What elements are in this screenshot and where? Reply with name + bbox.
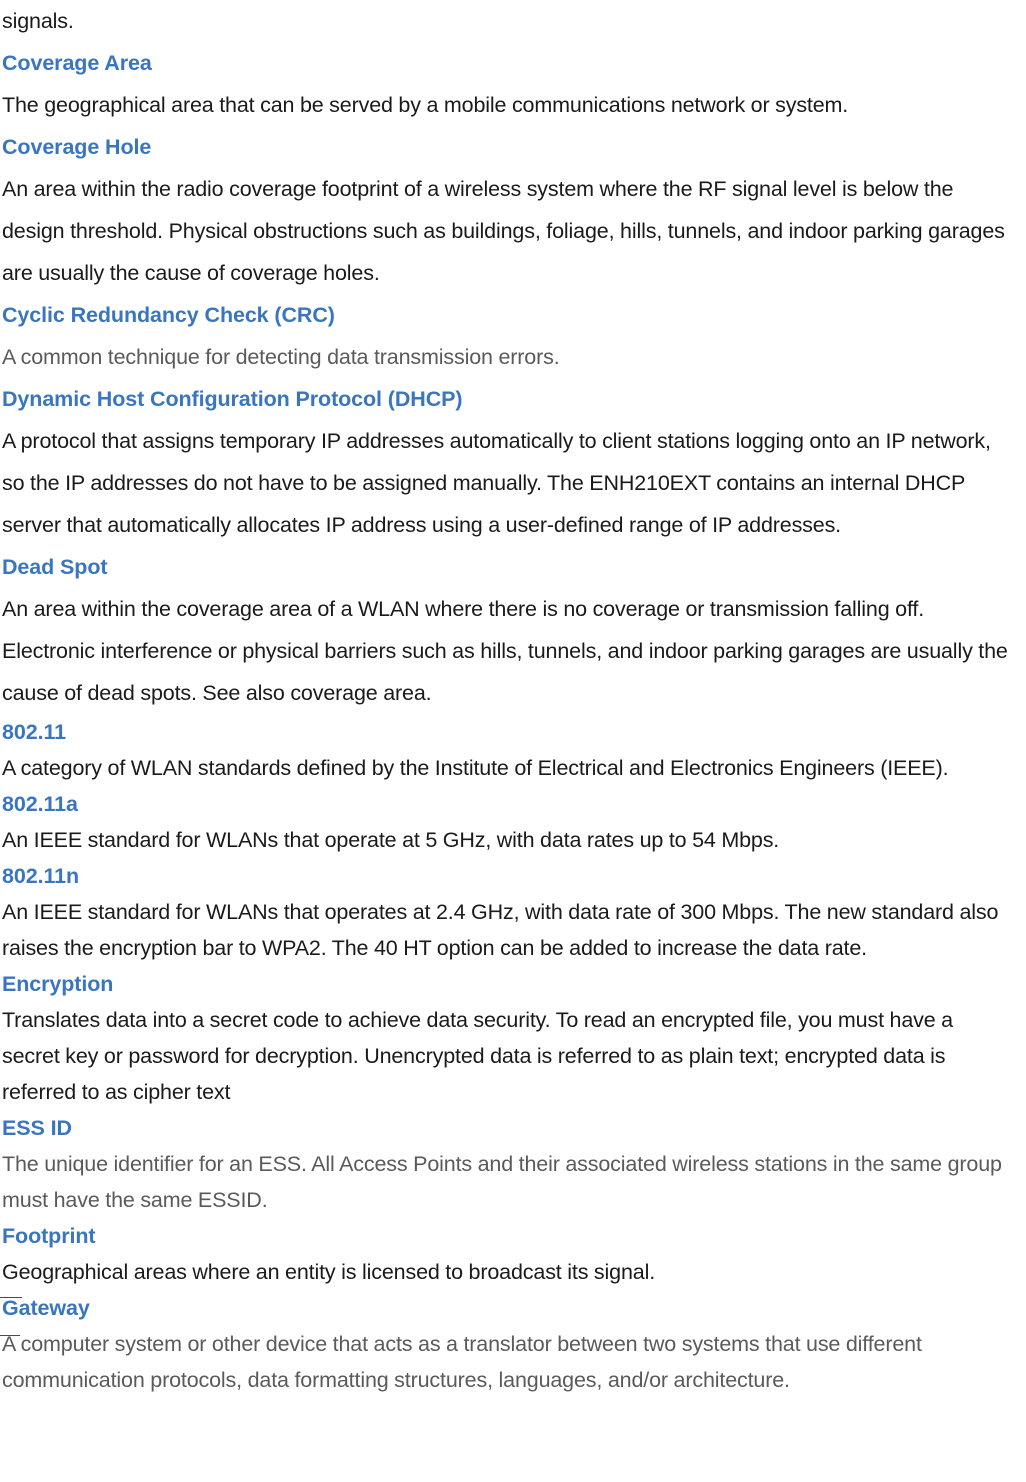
glossary-term-coverage-hole: Coverage Hole: [2, 135, 152, 159]
glossary-definition-dead-spot: An area within the coverage area of a WL…: [2, 597, 1008, 705]
render-artifact-line-geographical: [0, 1297, 22, 1298]
glossary-page: signals. Coverage Area The geographical …: [0, 0, 1026, 1482]
continuation-line: signals.: [2, 9, 74, 33]
glossary-definition-gateway: A computer system or other device that a…: [2, 1332, 922, 1392]
glossary-term-encryption: Encryption: [2, 972, 114, 996]
glossary-definition-802-11a: An IEEE standard for WLANs that operate …: [2, 828, 780, 852]
glossary-term-dead-spot: Dead Spot: [2, 555, 108, 579]
glossary-term-802-11: 802.11: [2, 720, 66, 744]
glossary-term-802-11n: 802.11n: [2, 864, 80, 888]
text-flow: signals. Coverage Area The geographical …: [2, 0, 1014, 1398]
glossary-term-crc: Cyclic Redundancy Check (CRC): [2, 303, 335, 327]
glossary-term-ess-id: ESS ID: [2, 1116, 72, 1140]
glossary-definition-dhcp: A protocol that assigns temporary IP add…: [2, 429, 991, 537]
glossary-definition-coverage-hole: An area within the radio coverage footpr…: [2, 177, 1005, 285]
glossary-term-footprint: Footprint: [2, 1224, 96, 1248]
render-artifact-line-gateway: [0, 1335, 20, 1336]
glossary-definition-footprint: Geographical areas where an entity is li…: [2, 1260, 656, 1284]
glossary-definition-encryption: Translates data into a secret code to ac…: [2, 1008, 953, 1104]
glossary-definition-ess-id: The unique identifier for an ESS. All Ac…: [2, 1152, 1002, 1212]
glossary-definition-crc: A common technique for detecting data tr…: [2, 345, 560, 369]
glossary-definition-coverage-area: The geographical area that can be served…: [2, 93, 849, 117]
glossary-term-dhcp: Dynamic Host Configuration Protocol (DHC…: [2, 387, 463, 411]
glossary-definition-802-11n: An IEEE standard for WLANs that operates…: [2, 900, 999, 960]
glossary-definition-802-11: A category of WLAN standards defined by …: [2, 756, 949, 780]
glossary-term-coverage-area: Coverage Area: [2, 51, 152, 75]
glossary-term-gateway: Gateway: [2, 1296, 90, 1320]
glossary-term-802-11a: 802.11a: [2, 792, 78, 816]
